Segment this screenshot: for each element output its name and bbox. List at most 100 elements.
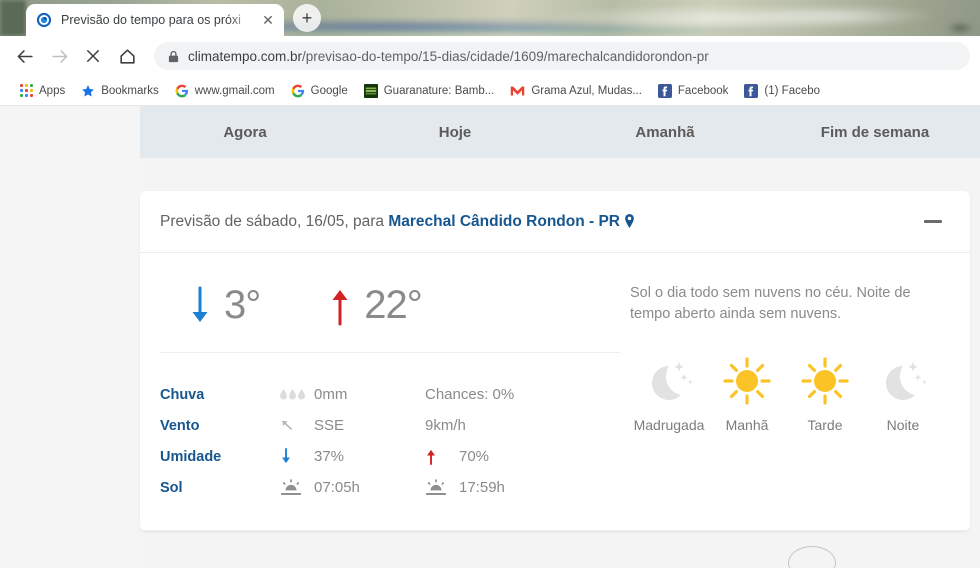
detail-text: 37% — [314, 448, 345, 465]
temperature-row: 3° 22° — [160, 275, 620, 353]
wind-arrow-icon — [280, 418, 314, 434]
detail-row-vento: Vento SSE 9km/h — [160, 410, 620, 441]
bookmarks-bar: Apps Bookmarks www.gmail.com Google Guar… — [0, 76, 980, 106]
forecast-title-prefix: Previsão de sábado, 16/05, para — [160, 212, 389, 230]
forecast-left-column: 3° 22° Chuva 0mm Chances: 0% Vento SSE 9… — [160, 275, 620, 503]
bookmark-label: Grama Azul, Mudas... — [531, 84, 642, 97]
detail-text: 17:59h — [459, 479, 505, 496]
bookmark-apps[interactable]: Apps — [12, 79, 73, 103]
browser-window: Previsão do tempo para os próxi ✕ + clim… — [0, 0, 980, 568]
forecast-title: Previsão de sábado, 16/05, para Marechal… — [160, 213, 922, 231]
min-temperature-value: 3° — [224, 283, 261, 327]
page-left-gutter — [0, 106, 140, 568]
bookmark-guaranature[interactable]: Guaranature: Bamb... — [356, 79, 503, 103]
google-g-icon — [291, 84, 305, 98]
detail-text: Chances: 0% — [425, 386, 515, 403]
card-divider — [140, 530, 970, 531]
detail-label: Sol — [160, 479, 183, 496]
min-temperature: 3° — [190, 283, 261, 328]
tab-agora[interactable]: Agora — [140, 124, 350, 141]
period-label: Noite — [886, 417, 920, 434]
detail-label: Chuva — [160, 386, 205, 403]
detail-text: SSE — [314, 417, 345, 434]
period-label: Manhã — [725, 417, 769, 434]
bookmark-facebook[interactable]: Facebook — [650, 79, 737, 103]
tab-hoje[interactable]: Hoje — [350, 124, 560, 141]
detail-text: 70% — [459, 448, 490, 465]
back-arrow-icon[interactable] — [10, 41, 40, 71]
forecast-right-column: Sol o dia todo sem nuvens no céu. Noite … — [620, 275, 950, 503]
page-viewport: Agora Hoje Amanhã Fim de semana Previsão… — [0, 106, 980, 568]
forecast-details: Chuva 0mm Chances: 0% Vento SSE 9km/h Um… — [160, 379, 620, 503]
climatempo-favicon — [36, 12, 52, 28]
arrow-up-icon — [330, 286, 350, 326]
max-temperature-value: 22° — [364, 283, 422, 327]
bookmark-google[interactable]: Google — [283, 79, 356, 103]
detail-row-chuva: Chuva 0mm Chances: 0% — [160, 379, 620, 410]
forecast-city[interactable]: Marechal Cândido Rondon - PR — [388, 213, 620, 230]
bookmark-label: Guaranature: Bamb... — [383, 84, 495, 97]
collapse-button[interactable] — [922, 214, 944, 230]
period-noite: Noite — [864, 353, 942, 433]
moon-stars-icon — [864, 353, 942, 409]
period-label: Tarde — [807, 417, 843, 434]
detail-row-sol: Sol 07:05h 17:59h — [160, 472, 620, 503]
period-manha: Manhã — [708, 353, 786, 433]
gmail-m-icon — [510, 85, 525, 97]
detail-value-primary: 37% — [280, 448, 425, 465]
period-icons: Madrugada Manhã Tarde Noite — [630, 353, 950, 433]
detail-value-secondary: Chances: 0% — [425, 386, 570, 403]
period-madrugada: Madrugada — [630, 353, 708, 433]
address-path: /previsao-do-tempo/15-dias/cidade/1609/m… — [302, 48, 709, 64]
bookmark-label: Apps — [39, 84, 66, 97]
bookmark-bookmarks[interactable]: Bookmarks — [73, 79, 167, 103]
facebook-f-icon — [744, 83, 759, 98]
detail-text: 0mm — [314, 386, 348, 403]
bookmark-label: www.gmail.com — [194, 84, 275, 97]
star-icon — [81, 84, 95, 98]
sun-icon — [786, 353, 864, 409]
page-content: Agora Hoje Amanhã Fim de semana Previsão… — [140, 106, 980, 568]
address-bar[interactable]: climatempo.com.br/previsao-do-tempo/15-d… — [154, 42, 970, 70]
close-icon[interactable]: ✕ — [260, 12, 276, 28]
tab-strip: Previsão do tempo para os próxi ✕ + — [0, 0, 980, 36]
detail-row-umidade: Umidade 37% 70% — [160, 441, 620, 472]
bookmark-label: Bookmarks — [101, 84, 159, 97]
bookmark-grama-azul[interactable]: Grama Azul, Mudas... — [502, 79, 650, 103]
moon-stars-icon — [630, 353, 708, 409]
tab-fim-de-semana[interactable]: Fim de semana — [770, 124, 980, 141]
bookmark-label: Facebook — [677, 84, 729, 97]
map-pin-icon[interactable] — [624, 213, 635, 229]
stop-icon[interactable] — [78, 41, 108, 71]
arrow-up-icon — [425, 448, 459, 465]
detail-label: Vento — [160, 417, 200, 434]
rain-drops-icon — [280, 389, 314, 400]
address-host: climatempo.com.br — [188, 48, 303, 64]
period-tarde: Tarde — [786, 353, 864, 433]
bookmark-facebook-1[interactable]: (1) Facebo — [736, 79, 828, 103]
bookmark-gmail-com[interactable]: www.gmail.com — [167, 79, 283, 103]
day-nav: Agora Hoje Amanhã Fim de semana — [140, 106, 980, 158]
detail-value-secondary: 70% — [425, 448, 570, 465]
new-tab-button[interactable]: + — [293, 4, 321, 32]
google-g-icon — [175, 84, 189, 98]
detail-text: 07:05h — [314, 479, 360, 496]
period-label: Madrugada — [633, 417, 705, 434]
detail-value-primary: SSE — [280, 417, 425, 434]
forward-arrow-icon[interactable] — [44, 41, 74, 71]
address-bar-text: climatempo.com.br/previsao-do-tempo/15-d… — [188, 49, 709, 64]
lock-icon — [168, 50, 179, 63]
tab-amanha[interactable]: Amanhã — [560, 124, 770, 141]
detail-label: Umidade — [160, 448, 222, 465]
arrow-down-icon — [190, 286, 210, 326]
forecast-card: Previsão de sábado, 16/05, para Marechal… — [140, 191, 970, 531]
forecast-card-body: 3° 22° Chuva 0mm Chances: 0% Vento SSE 9… — [140, 253, 970, 531]
browser-tab[interactable]: Previsão do tempo para os próxi ✕ — [26, 4, 284, 36]
forecast-description: Sol o dia todo sem nuvens no céu. Noite … — [630, 285, 911, 323]
bookmark-label: (1) Facebo — [764, 84, 821, 97]
sunrise-icon — [280, 479, 314, 496]
detail-value-secondary: 9km/h — [425, 417, 570, 434]
guaranature-icon — [363, 83, 378, 98]
tab-title: Previsão do tempo para os próxi — [61, 13, 241, 27]
home-icon[interactable] — [112, 41, 142, 71]
